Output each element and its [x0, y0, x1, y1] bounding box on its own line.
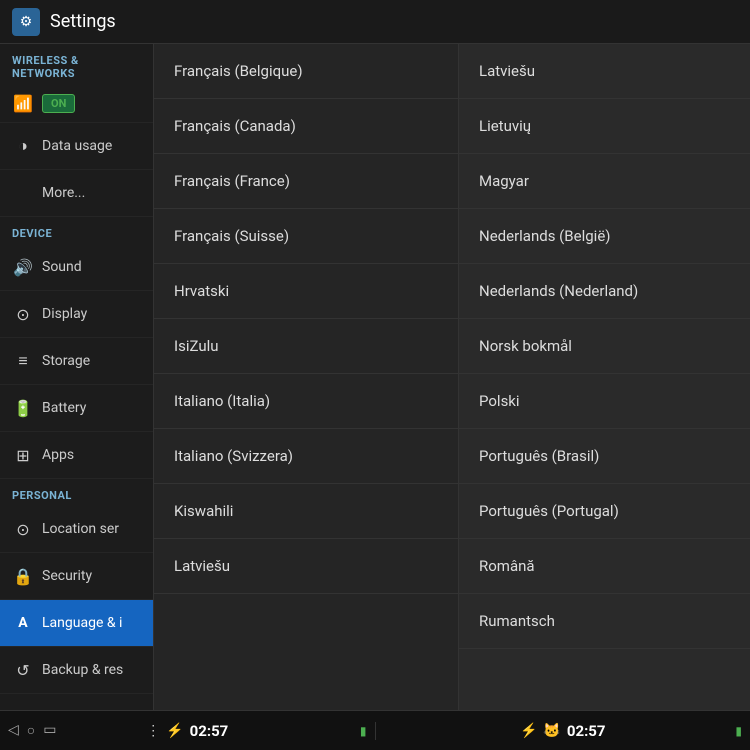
section-header-wireless: WIRELESS & NETWORKS: [0, 44, 153, 84]
home-nav-icon[interactable]: ○: [27, 722, 35, 739]
section-header-device: DEVICE: [0, 217, 153, 244]
right-list-item[interactable]: Rumantsch: [459, 594, 750, 649]
sidebar-item-label: Display: [42, 306, 87, 322]
sidebar-item-storage[interactable]: ≡ Storage: [0, 338, 153, 385]
list-item[interactable]: Latviešu: [154, 539, 458, 594]
section-header-personal: PERSONAL: [0, 479, 153, 506]
status-bar-left: ◁ ○ ▭ ⋮ ⚡ 02:57 ▮: [0, 722, 376, 740]
settings-app-icon: ⚙: [12, 8, 40, 36]
sidebar-item-display[interactable]: ⊙ Display: [0, 291, 153, 338]
status-bar-right: ⚡ 🐱 02:57 ▮: [376, 722, 750, 740]
location-icon: ⊙: [12, 518, 34, 540]
list-item[interactable]: Kiswahili: [154, 484, 458, 539]
sidebar-item-apps[interactable]: ⊞ Apps: [0, 432, 153, 479]
sidebar-item-battery[interactable]: 🔋 Battery: [0, 385, 153, 432]
back-nav-icon[interactable]: ◁: [8, 722, 19, 739]
sidebar: WIRELESS & NETWORKS 📶 ON ◑ Data usage Mo…: [0, 44, 154, 710]
sidebar-item-backup[interactable]: ↺ Backup & res: [0, 647, 153, 694]
battery-status-right: ▮: [735, 724, 742, 738]
sidebar-item-label: Language & i: [42, 615, 122, 631]
clock-right: 02:57: [567, 722, 606, 740]
sidebar-item-label: More...: [42, 185, 85, 201]
main-content: WIRELESS & NETWORKS 📶 ON ◑ Data usage Mo…: [0, 44, 750, 710]
right-list-item[interactable]: Română: [459, 539, 750, 594]
battery-indicator-left: ▮: [360, 724, 367, 738]
battery-icon: 🔋: [12, 397, 34, 419]
sidebar-item-label: Backup & res: [42, 662, 123, 678]
sidebar-item-label: Battery: [42, 400, 86, 416]
backup-icon: ↺: [12, 659, 34, 681]
sidebar-item-label: Storage: [42, 353, 90, 369]
right-list-item[interactable]: Magyar: [459, 154, 750, 209]
sidebar-item-label: Data usage: [42, 138, 112, 154]
battery-status-left: ▮: [360, 724, 367, 738]
sidebar-item-label: Location ser: [42, 521, 119, 537]
wifi-toggle[interactable]: ON: [42, 94, 75, 113]
right-list-item[interactable]: Nederlands (Nederland): [459, 264, 750, 319]
display-icon: ⊙: [12, 303, 34, 325]
list-item[interactable]: Hrvatski: [154, 264, 458, 319]
usb-icon-right: ⚡: [520, 723, 537, 739]
sound-icon: 🔊: [12, 256, 34, 278]
usb-icon-left: ⚡: [166, 723, 183, 739]
right-list-item[interactable]: Latviešu: [459, 44, 750, 99]
sidebar-item-language[interactable]: A Language & i: [0, 600, 153, 647]
list-item[interactable]: Français (Canada): [154, 99, 458, 154]
battery-indicator-right: ▮: [735, 724, 742, 738]
data-usage-icon: ◑: [12, 135, 34, 157]
right-list-item[interactable]: Nederlands (België): [459, 209, 750, 264]
sidebar-item-label: Sound: [42, 259, 82, 275]
menu-icon-left: ⋮: [146, 723, 160, 739]
wifi-icon: 📶: [12, 92, 34, 114]
sidebar-item-wifi[interactable]: 📶 ON: [0, 84, 153, 123]
status-bar: ◁ ○ ▭ ⋮ ⚡ 02:57 ▮ ⚡ 🐱 02:57 ▮: [0, 710, 750, 750]
language-icon: A: [12, 612, 34, 634]
apps-icon: ⊞: [12, 444, 34, 466]
list-item[interactable]: Français (Suisse): [154, 209, 458, 264]
right-list-item[interactable]: Português (Brasil): [459, 429, 750, 484]
right-list-item[interactable]: Polski: [459, 374, 750, 429]
more-icon: [12, 182, 34, 204]
right-list-item[interactable]: Norsk bokmål: [459, 319, 750, 374]
right-list-item[interactable]: Lietuvių: [459, 99, 750, 154]
recents-nav-icon[interactable]: ▭: [43, 722, 56, 739]
sidebar-item-label: Apps: [42, 447, 74, 463]
sidebar-item-label: Security: [42, 568, 92, 584]
title-bar: ⚙ Settings: [0, 0, 750, 44]
right-list-item[interactable]: Português (Portugal): [459, 484, 750, 539]
clock-left: 02:57: [190, 722, 229, 740]
nav-icons: ◁ ○ ▭: [8, 722, 56, 739]
language-right-panel: LatviešuLietuviųMagyarNederlands (België…: [459, 44, 750, 710]
sidebar-item-sound[interactable]: 🔊 Sound: [0, 244, 153, 291]
sidebar-item-data-usage[interactable]: ◑ Data usage: [0, 123, 153, 170]
security-icon: 🔒: [12, 565, 34, 587]
language-list-panel: Français (Belgique)Français (Canada)Fran…: [154, 44, 459, 710]
list-item[interactable]: Français (Belgique): [154, 44, 458, 99]
list-item[interactable]: Italiano (Svizzera): [154, 429, 458, 484]
sidebar-item-more[interactable]: More...: [0, 170, 153, 217]
storage-icon: ≡: [12, 350, 34, 372]
sidebar-item-security[interactable]: 🔒 Security: [0, 553, 153, 600]
list-item[interactable]: Français (France): [154, 154, 458, 209]
cat-icon-right: 🐱: [543, 723, 560, 739]
list-item[interactable]: Italiano (Italia): [154, 374, 458, 429]
sidebar-item-location[interactable]: ⊙ Location ser: [0, 506, 153, 553]
list-item[interactable]: IsiZulu: [154, 319, 458, 374]
page-title: Settings: [50, 11, 116, 32]
